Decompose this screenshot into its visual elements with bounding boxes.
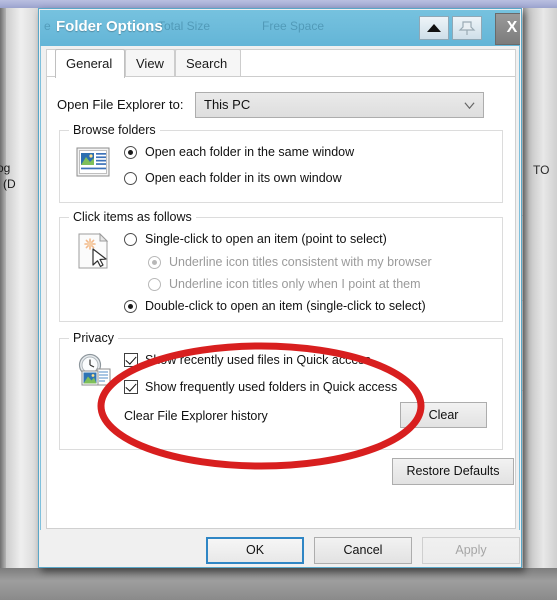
cancel-button[interactable]: Cancel <box>314 537 412 564</box>
clear-button[interactable]: Clear <box>400 402 487 428</box>
click-option-double-label: Double-click to open an item (single-cli… <box>145 299 426 313</box>
tab-general[interactable]: General <box>55 49 125 78</box>
browse-folders-title: Browse folders <box>69 123 160 137</box>
background-right-fragment: TO <box>533 163 550 177</box>
radio-underline-point <box>148 278 161 291</box>
pin-glyph <box>458 21 476 35</box>
dialog-titlebar[interactable]: e Total Size Free Space Folder Options X <box>40 10 520 46</box>
apply-button: Apply <box>422 537 520 564</box>
background-right-panel <box>523 8 557 568</box>
radio-own-window[interactable] <box>124 172 137 185</box>
close-button[interactable]: X <box>495 13 520 45</box>
privacy-checkbox-frequent-folders-label: Show frequently used folders in Quick ac… <box>145 380 398 394</box>
open-explorer-to-dropdown[interactable]: This PC <box>195 92 484 118</box>
click-option-underline-browser-label: Underline icon titles consistent with my… <box>169 255 432 269</box>
ok-button[interactable]: OK <box>206 537 304 564</box>
click-option-single-label: Single-click to open an item (point to s… <box>145 232 387 246</box>
dialog-title: Folder Options <box>56 18 163 35</box>
privacy-group: Privacy Show recently used files in Quic… <box>59 331 503 450</box>
privacy-checkbox-recent-files-label: Show recently used files in Quick access <box>145 353 371 367</box>
window-preview-icon <box>76 147 110 177</box>
browse-option-own-window-label: Open each folder in its own window <box>145 171 342 185</box>
radio-single-click[interactable] <box>124 233 137 246</box>
background-titlebar-strip <box>0 0 557 8</box>
dialog-content: General View Search Open File Explorer t… <box>46 49 516 529</box>
background-bleed-left: e <box>44 19 51 33</box>
up-arrow-icon[interactable] <box>419 16 449 40</box>
tab-general-label: General <box>66 56 113 71</box>
checkbox-frequent-folders[interactable] <box>124 380 138 394</box>
background-left-fragment-1: og <box>0 161 11 175</box>
restore-defaults-button[interactable]: Restore Defaults <box>392 458 514 485</box>
tab-search[interactable]: Search <box>175 49 241 76</box>
tab-search-label: Search <box>186 56 228 71</box>
radio-underline-browser <box>148 256 161 269</box>
click-option-underline-point-label: Underline icon titles only when I point … <box>169 277 421 291</box>
clear-history-label: Clear File Explorer history <box>124 409 268 423</box>
background-left-text: og (D <box>0 160 37 192</box>
open-explorer-to-value: This PC <box>204 97 251 112</box>
clock-history-icon <box>78 353 111 386</box>
privacy-title: Privacy <box>69 331 118 345</box>
tab-view[interactable]: View <box>125 49 175 76</box>
browse-folders-group: Browse folders Open each folder in the s… <box>59 123 503 203</box>
click-items-group: Click items as follows Single-click to o… <box>59 210 503 322</box>
open-explorer-to-row: Open File Explorer to: This PC <box>47 92 515 120</box>
radio-same-window[interactable] <box>124 146 137 159</box>
radio-double-click[interactable] <box>124 300 137 313</box>
background-bleed-free-space: Free Space <box>262 19 325 33</box>
click-items-title: Click items as follows <box>69 210 196 224</box>
checkbox-recent-files[interactable] <box>124 353 138 367</box>
background-bleed-total-size: Total Size <box>158 19 211 33</box>
dialog-footer: OK Cancel Apply <box>40 530 520 567</box>
up-arrow-glyph <box>427 24 441 32</box>
pin-icon[interactable] <box>452 16 482 40</box>
close-icon: X <box>506 19 518 36</box>
background-left-shadow <box>0 8 6 568</box>
page-cursor-icon <box>78 232 109 269</box>
browse-option-same-window-label: Open each folder in the same window <box>145 145 355 159</box>
background-bottom-bar <box>0 568 557 600</box>
background-left-fragment-2: (D <box>3 177 16 191</box>
tab-view-label: View <box>136 56 164 71</box>
folder-options-dialog: e Total Size Free Space Folder Options X… <box>38 8 522 568</box>
open-explorer-to-label: Open File Explorer to: <box>57 97 184 112</box>
chevron-down-icon <box>464 102 475 110</box>
